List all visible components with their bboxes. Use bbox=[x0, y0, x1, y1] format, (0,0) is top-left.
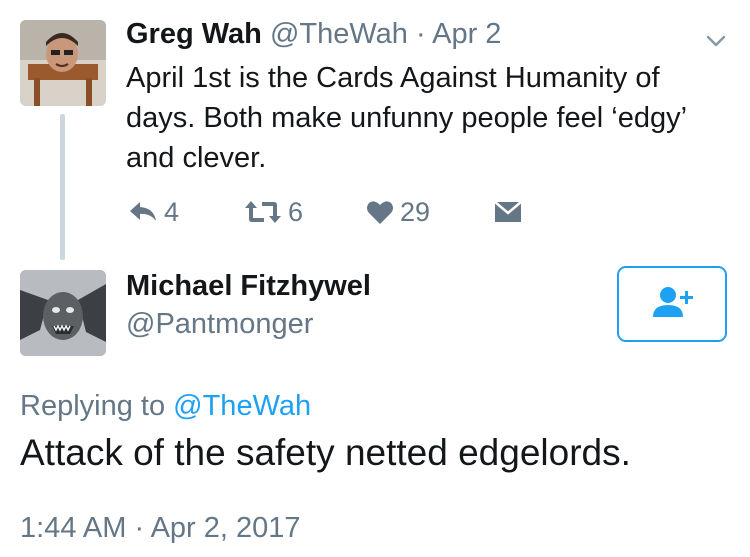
add-user-icon bbox=[650, 285, 694, 324]
like-count: 29 bbox=[400, 196, 431, 227]
chevron-down-icon[interactable] bbox=[704, 29, 728, 53]
follow-button[interactable] bbox=[617, 266, 727, 342]
reply-icon bbox=[128, 199, 158, 225]
retweet-button[interactable]: 6 bbox=[244, 194, 303, 230]
retweet-count: 6 bbox=[288, 196, 304, 227]
avatar-image bbox=[20, 20, 106, 106]
direct-message-button[interactable] bbox=[494, 194, 522, 230]
parent-tweet-header: Greg Wah @TheWah · Apr 2 bbox=[126, 16, 501, 52]
replying-to-mention[interactable]: @TheWah bbox=[173, 390, 311, 422]
author-handle[interactable]: @TheWah bbox=[270, 18, 408, 50]
retweet-icon bbox=[244, 199, 282, 225]
reply-button[interactable]: 4 bbox=[128, 194, 179, 230]
reply-timestamp[interactable]: 1:44 AM · Apr 2, 2017 bbox=[20, 510, 301, 546]
thread-connector-line bbox=[60, 114, 65, 260]
author-name[interactable]: Greg Wah bbox=[126, 18, 262, 50]
message-icon bbox=[494, 201, 522, 223]
parent-tweet-text: April 1st is the Cards Against Humanity … bbox=[126, 62, 686, 174]
reply-count: 4 bbox=[164, 196, 180, 227]
heart-icon bbox=[366, 199, 394, 225]
tweet-date[interactable]: Apr 2 bbox=[432, 18, 501, 50]
meta-separator: · bbox=[415, 18, 426, 50]
avatar-michael-fitzhywel[interactable] bbox=[20, 270, 106, 356]
reply-tweet-text: Attack of the safety netted edgelords. bbox=[20, 432, 631, 473]
reply-author-handle[interactable]: @Pantmonger bbox=[126, 306, 313, 342]
replying-prefix: Replying to bbox=[20, 390, 166, 422]
avatar-image bbox=[20, 270, 106, 356]
like-button[interactable]: 29 bbox=[366, 194, 430, 230]
avatar-greg-wah[interactable] bbox=[20, 20, 106, 106]
replying-to-line: Replying to @TheWah bbox=[20, 388, 311, 424]
reply-author-name[interactable]: Michael Fitzhywel bbox=[126, 268, 371, 304]
